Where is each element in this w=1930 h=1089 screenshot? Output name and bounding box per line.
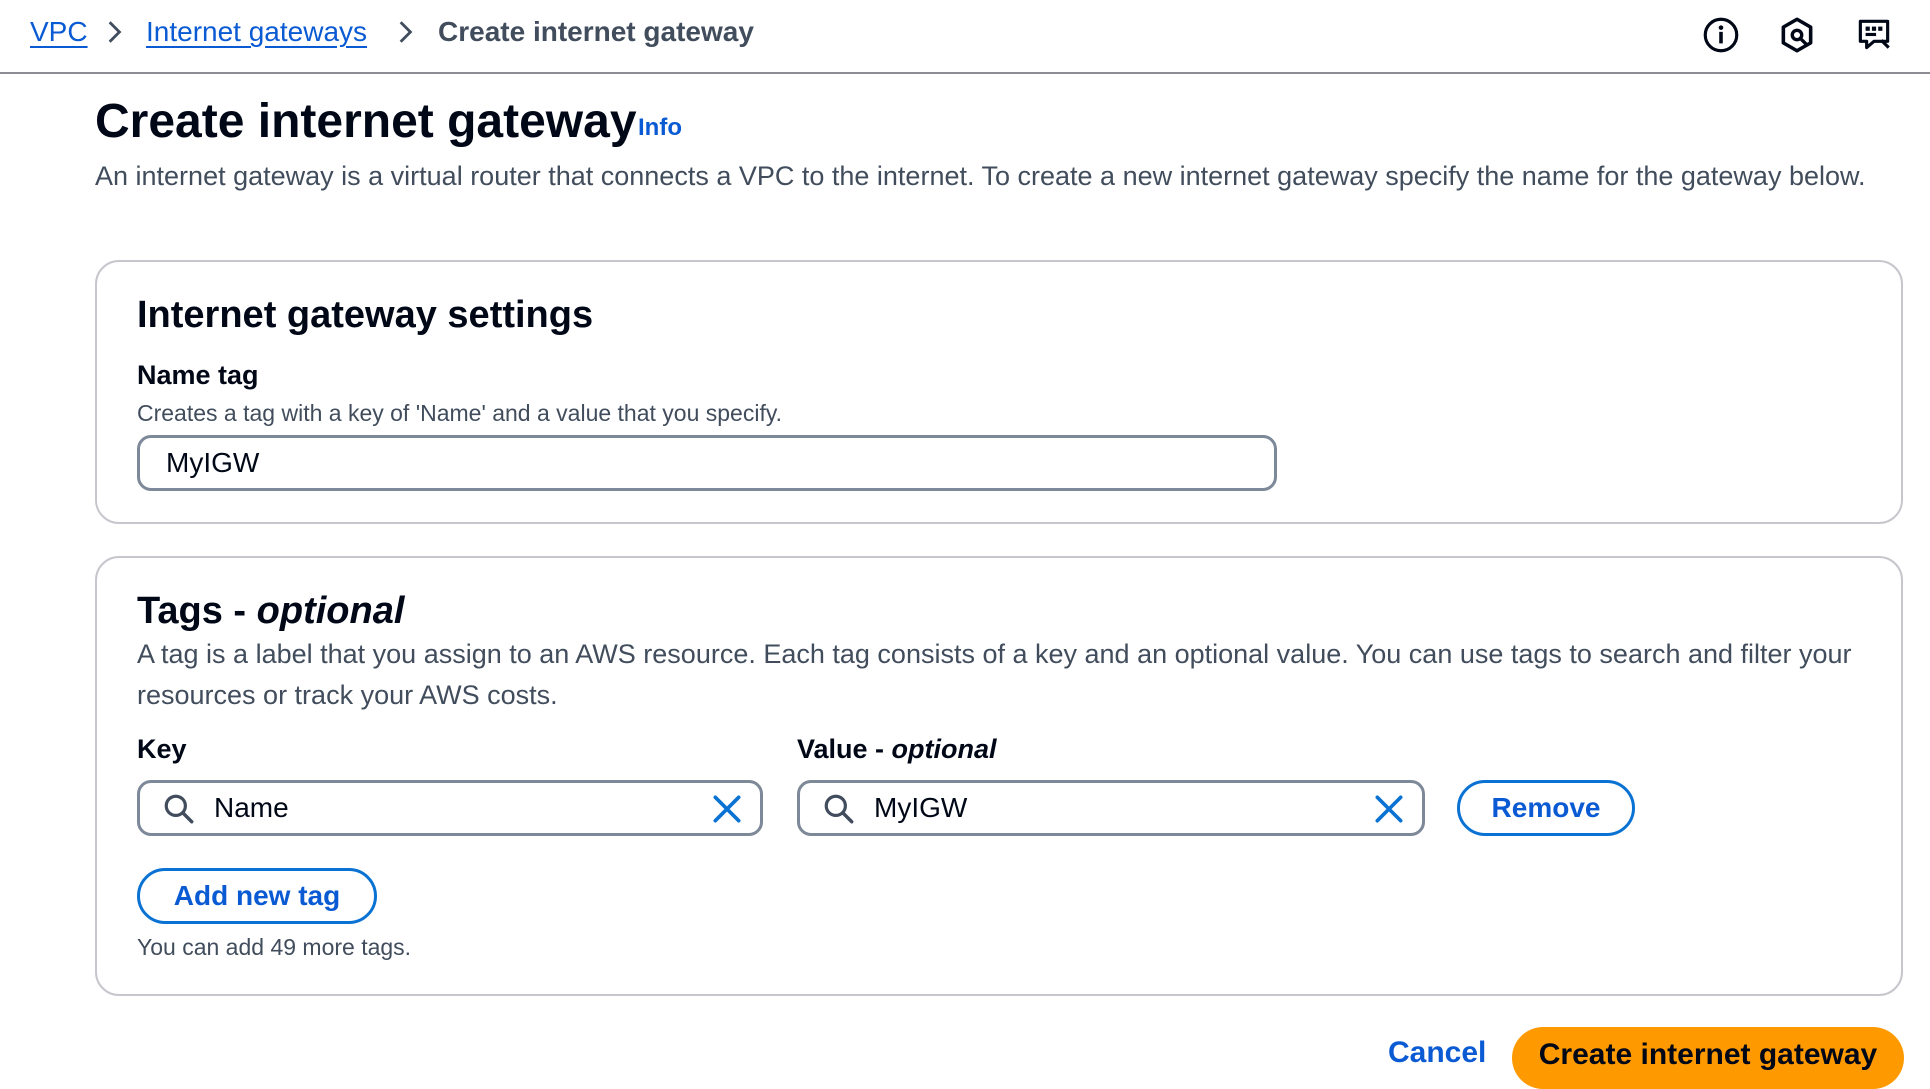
tags-description: A tag is a label that you assign to an A…: [137, 639, 1852, 710]
tags-panel: Tags - optional A tag is a label that yo…: [95, 556, 1903, 996]
chevron-right-icon: [399, 21, 413, 43]
remove-tag-button[interactable]: Remove: [1457, 780, 1635, 836]
name-tag-description: Creates a tag with a key of 'Name' and a…: [137, 400, 783, 426]
name-tag-label: Name tag: [137, 360, 259, 390]
tags-title-optional: optional: [256, 590, 405, 632]
settings-panel-title: Internet gateway settings: [137, 294, 594, 336]
breadcrumb-current: Create internet gateway: [438, 16, 754, 47]
page-description: An internet gateway is a virtual router …: [95, 161, 1866, 191]
tags-title-main: Tags -: [137, 590, 257, 632]
tag-value-label: Value - optional: [797, 732, 997, 766]
feedback-icon[interactable]: [1853, 14, 1895, 56]
cancel-button[interactable]: Cancel: [1388, 1036, 1486, 1070]
tag-value-label-main: Value -: [797, 734, 892, 764]
info-link[interactable]: Info: [638, 114, 682, 142]
top-bar: VPC Internet gateways Create internet ga…: [0, 0, 1930, 74]
tag-key-label: Key: [137, 734, 187, 764]
clear-icon[interactable]: [710, 792, 744, 826]
name-tag-input[interactable]: MyIGW: [137, 435, 1277, 491]
chevron-right-icon: [108, 21, 122, 43]
tag-value-input[interactable]: MyIGW: [797, 780, 1425, 836]
search-icon: [164, 794, 194, 824]
breadcrumb-internet-gateways-link[interactable]: Internet gateways: [146, 14, 367, 50]
add-new-tag-button[interactable]: Add new tag: [137, 868, 377, 924]
page-title: Create internet gateway: [95, 95, 637, 148]
tag-value-label-optional: optional: [891, 734, 997, 764]
tag-key-value: Name: [214, 792, 289, 823]
breadcrumb-vpc-link[interactable]: VPC: [30, 14, 88, 50]
settings-hexagon-icon[interactable]: [1776, 14, 1818, 56]
tag-key-input[interactable]: Name: [137, 780, 763, 836]
internet-gateway-settings-panel: Internet gateway settings Name tag Creat…: [95, 260, 1903, 524]
search-icon: [824, 794, 854, 824]
tags-remaining-hint: You can add 49 more tags.: [137, 934, 412, 960]
create-internet-gateway-button[interactable]: Create internet gateway: [1512, 1027, 1904, 1089]
tag-value-value: MyIGW: [874, 792, 968, 823]
info-circle-icon[interactable]: [1700, 14, 1742, 56]
clear-icon[interactable]: [1372, 792, 1406, 826]
name-tag-input-value: MyIGW: [166, 447, 260, 478]
tags-panel-title: Tags - optional: [137, 588, 404, 634]
